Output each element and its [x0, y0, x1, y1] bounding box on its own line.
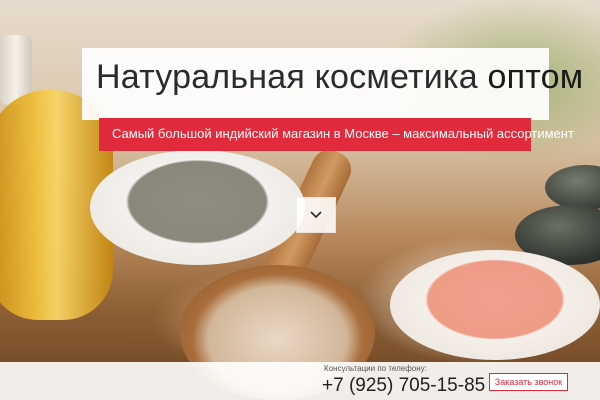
consult-label: Консультации по телефону:: [324, 364, 427, 373]
stone-image: [545, 165, 600, 210]
hero-title-regular: Натуральная косметика: [96, 58, 478, 96]
hero-subtitle: Самый большой индийский магазин в Москве…: [112, 126, 574, 141]
chevron-down-icon: [310, 211, 322, 219]
hero-title-bold: оптом: [487, 58, 584, 96]
hero-title: Натуральная косметика оптом: [96, 58, 583, 97]
phone-number[interactable]: +7 (925) 705-15-85: [322, 375, 485, 397]
hero-section: Натуральная косметика оптом Самый большо…: [0, 0, 600, 400]
scroll-down-button[interactable]: [296, 197, 336, 233]
callback-button[interactable]: Заказать звонок: [489, 373, 568, 391]
pink-cream-dish-image: [390, 250, 600, 360]
clay-bowl-image: [90, 150, 305, 265]
